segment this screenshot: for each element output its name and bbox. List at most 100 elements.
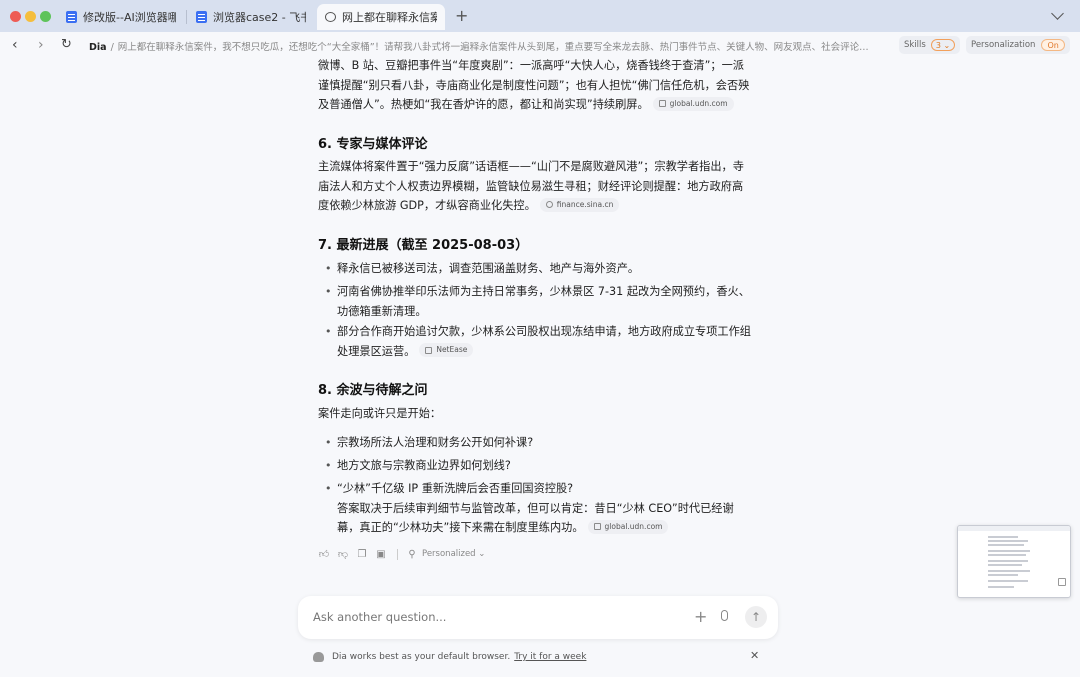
dia-logo-icon: [313, 652, 324, 662]
personalization-toggle[interactable]: Personalization On: [966, 36, 1070, 54]
text-line: 地方文旅与宗教商业边界如何划线?: [337, 459, 511, 472]
chevron-down-icon: ⌄: [478, 549, 486, 559]
back-button[interactable]: ‹: [12, 38, 18, 52]
tab-ai-browser-doc[interactable]: 修改版--AI浏览器哪家强: [58, 4, 184, 30]
url-separator: /: [110, 42, 114, 53]
section-heading: 7. 最新进展（截至 2025-08-03）: [318, 238, 529, 253]
new-tab-button[interactable]: +: [455, 6, 468, 25]
citation-chip[interactable]: finance.sina.cn: [539, 197, 620, 212]
chat-bubble-icon: [325, 12, 336, 22]
bullet-dot: •: [325, 436, 332, 449]
personalization-label: Personalization: [971, 40, 1036, 50]
list-item: • 释永信已被移送司法，调查范围涵盖财务、地产与海外资产。: [318, 259, 760, 279]
banner-text: Dia works best as your default browser.: [332, 652, 511, 662]
main-content: 微博、B 站、豆瓣把事件当“年度爽剧”：一派高呼“大快人心，烧香钱终于查清”；一…: [0, 58, 1080, 677]
thumbnail-line: [988, 570, 1030, 572]
section-intro: 案件走向或许只是开始：: [318, 407, 442, 420]
address-bar: ‹ › ↻ Dia / 网上都在聊释永信案件，我不想只吃瓜，还想吃个“大全家桶”！请…: [0, 32, 1080, 58]
url-field[interactable]: Dia / 网上都在聊释永信案件，我不想只吃瓜，还想吃个“大全家桶”！请帮我八卦式将…: [89, 39, 894, 53]
send-button[interactable]: ↑: [745, 606, 767, 628]
text-line: 主流媒体将案件置于“强力反腐”话语框——“山门不是腐败避风港”；宗教学者指出，寺: [318, 160, 744, 173]
query-text: 网上都在聊释永信案件，我不想只吃瓜，还想吃个“大全家桶”！请帮我八卦式将一遍释永…: [117, 42, 869, 53]
citation-label: global.udn.com: [604, 521, 663, 531]
page-thumbnail[interactable]: [957, 525, 1071, 598]
window-maximize-button[interactable]: [40, 11, 51, 22]
paragraph-netizen-views: 微博、B 站、豆瓣把事件当“年度爽剧”：一派高呼“大快人心，烧香钱终于查清”；一…: [318, 56, 760, 115]
person-icon: ⚲: [408, 548, 416, 560]
thumbs-up-icon[interactable]: 👍︎: [318, 549, 330, 560]
personalized-label: Personalized: [422, 549, 476, 559]
reload-icon[interactable]: ↻: [61, 38, 72, 52]
list-item: • 宗教场所法人治理和财务公开如何补课?: [318, 433, 760, 453]
text-line: “少林”千亿级 IP 重新洗牌后会否重回国资控股?: [337, 482, 574, 495]
citation-label: finance.sina.cn: [556, 199, 614, 209]
tab-label: 网上都在聊释永信案件，: [342, 11, 437, 24]
text-line: 庙法人和方丈个人权责边界模糊，监管缺位易滋生寻租；财经评论则提醒：地方政府高: [318, 179, 744, 193]
section-heading: 8. 余波与待解之问: [318, 383, 428, 398]
citation-chip[interactable]: global.udn.com: [652, 96, 734, 111]
thumbnail-line: [988, 544, 1024, 546]
tab-label: 浏览器case2 - 飞书云文档: [213, 11, 306, 24]
citation-label: global.udn.com: [669, 98, 728, 108]
thumbnail-header: [958, 526, 1070, 531]
source-icon: [658, 100, 666, 107]
skills-count: 3: [935, 41, 941, 50]
tab-label: 修改版--AI浏览器哪家强: [83, 11, 176, 24]
thumbs-down-icon[interactable]: 👎︎: [337, 549, 349, 560]
copy-icon[interactable]: ❐: [356, 549, 368, 560]
citation-chip[interactable]: NetEase: [419, 343, 474, 357]
forward-button[interactable]: ›: [38, 38, 44, 52]
tab-bar: 修改版--AI浏览器哪家强 浏览器case2 - 飞书云文档 网上都在聊释永信案…: [0, 0, 1080, 32]
thumbnail-line: [988, 536, 1018, 538]
thumbnail-line: [988, 550, 1030, 552]
text-line: 度依赖少林旅游 GDP，才纵容商业化失控。 finance.sina.cn: [318, 196, 760, 216]
thumbnail-line: [988, 586, 1014, 588]
text-line: 谨慎提醒“别只看八卦，寺庙商业化是制度性问题”；也有人担忧“佛门信任危机，会否殃: [318, 78, 750, 92]
thumbnail-line: [988, 540, 1028, 542]
tab-divider: [186, 10, 187, 24]
source-icon: [593, 523, 601, 530]
thumbnail-line: [988, 574, 1018, 576]
skills-button[interactable]: Skills 3 ⌄: [899, 36, 961, 54]
bullet-dot: •: [325, 325, 332, 338]
list-item: • 部分合作商开始追讨欠款，少林系公司股权出现冻结申请，地方政府成立专项工作组 …: [318, 322, 760, 361]
ask-input-placeholder[interactable]: Ask another question...: [313, 610, 446, 624]
tab-browser-case2[interactable]: 浏览器case2 - 飞书云文档: [188, 4, 314, 30]
window-minimize-button[interactable]: [25, 11, 36, 22]
text-line: 答案取决于后续审判细节与监管改革，但可以肯定：昔日“少林 CEO”时代已经谢: [337, 501, 734, 515]
tab-active-chat[interactable]: 网上都在聊释永信案件，: [317, 4, 445, 30]
close-icon[interactable]: ✕: [750, 649, 759, 662]
image-icon[interactable]: ▣: [375, 549, 387, 560]
bullet-dot: •: [325, 459, 332, 472]
text-line-content: 及普通僧人”。热梗如“我在香炉许的愿，都让和尚实现”持续刷屏。: [318, 98, 649, 111]
site-name: Dia: [89, 42, 107, 53]
try-it-link[interactable]: Try it for a week: [514, 652, 586, 662]
personalized-dropdown[interactable]: Personalized ⌄: [422, 549, 485, 559]
divider: [397, 548, 398, 560]
window-close-button[interactable]: [10, 11, 21, 22]
bullet-dot: •: [325, 482, 332, 495]
tab-list-chevron-icon[interactable]: [1051, 7, 1064, 20]
citation-chip[interactable]: global.udn.com: [587, 519, 669, 534]
text-line: 幕，真正的“少林功夫”接下来需在制度里练内功。 global.udn.com: [337, 518, 760, 538]
thumbnail-line: [988, 554, 1026, 556]
text-line: 及普通僧人”。热梗如“我在香炉许的愿，都让和尚实现”持续刷屏。 global.ud…: [318, 95, 760, 115]
doc-icon: [66, 11, 77, 23]
thumbnail-line: [988, 580, 1028, 582]
list-item: • 河南省佛协推举印乐法师为主持日常事务，少林景区 7-31 起改为全网预约，香…: [318, 282, 760, 321]
ask-input-box[interactable]: Ask another question... + ↑: [298, 596, 778, 639]
microphone-icon[interactable]: [721, 610, 728, 621]
personalization-state-badge: On: [1041, 39, 1065, 51]
text-line-content: 度依赖少林旅游 GDP，才纵容商业化失控。: [318, 199, 536, 212]
list-item: • “少林”千亿级 IP 重新洗牌后会否重回国资控股? 答案取决于后续审判细节与…: [318, 479, 760, 538]
thumbnail-line: [988, 560, 1028, 562]
text-line: 河南省佛协推举印乐法师为主持日常事务，少林景区 7-31 起改为全网预约，香火、: [337, 285, 750, 298]
default-browser-banner: Dia works best as your default browser. …: [313, 649, 763, 665]
text-line: 释永信已被移送司法，调查范围涵盖财务、地产与海外资产。: [337, 262, 640, 275]
text-line-content: 幕，真正的“少林功夫”接下来需在制度里练内功。: [337, 521, 584, 534]
text-line: 微博、B 站、豆瓣把事件当“年度爽剧”：一派高呼“大快人心，烧香钱终于查清”；一…: [318, 59, 744, 72]
thumbnail-toggle-icon[interactable]: [1058, 578, 1066, 586]
skills-count-badge: 3 ⌄: [930, 39, 956, 51]
list-item: • 地方文旅与宗教商业边界如何划线?: [318, 456, 760, 476]
add-attachment-icon[interactable]: +: [694, 607, 707, 626]
